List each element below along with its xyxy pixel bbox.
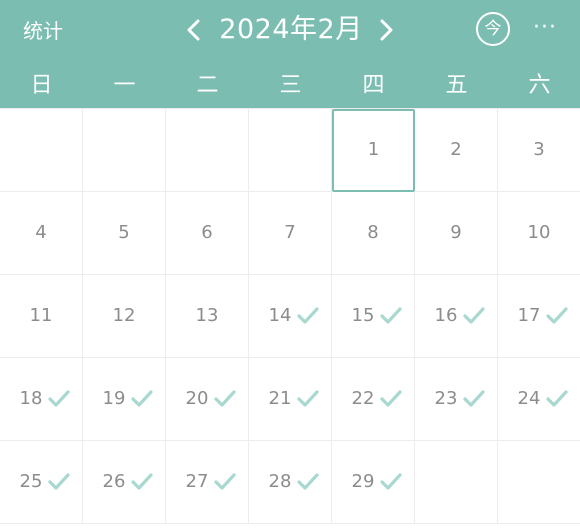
chevron-right-icon xyxy=(380,19,393,41)
calendar-header: 统计 2024年2月 今 ··· 日 一 二 三 四 五 六 xyxy=(0,0,580,108)
checkmark-icon xyxy=(48,390,70,407)
day-cell[interactable]: 19 xyxy=(83,358,166,441)
weekday-label: 三 xyxy=(279,73,302,98)
day-cell[interactable]: 10 xyxy=(498,192,580,275)
day-cell[interactable]: 1 xyxy=(332,109,415,192)
checkmark-icon xyxy=(214,390,236,407)
checkmark-icon xyxy=(48,473,70,490)
day-cell[interactable]: 4 xyxy=(0,192,83,275)
day-number: 6 xyxy=(201,222,213,243)
day-cell[interactable]: 24 xyxy=(498,358,580,441)
day-cell[interactable]: 21 xyxy=(249,358,332,441)
day-number: 3 xyxy=(533,139,545,160)
day-number: 9 xyxy=(450,222,462,243)
checkmark-icon xyxy=(297,307,319,324)
day-cell[interactable]: 23 xyxy=(415,358,498,441)
checkmark-icon xyxy=(297,390,319,407)
day-cell[interactable]: 16 xyxy=(415,275,498,358)
checkmark-icon xyxy=(380,390,402,407)
checkmark-icon xyxy=(546,307,568,324)
day-cell[interactable]: 20 xyxy=(166,358,249,441)
checkmark-icon xyxy=(463,307,485,324)
day-cell[interactable]: 12 xyxy=(83,275,166,358)
weekday-label: 四 xyxy=(362,73,385,98)
day-cell[interactable]: 9 xyxy=(415,192,498,275)
empty-day-cell xyxy=(249,109,332,192)
checkmark-icon xyxy=(546,390,568,407)
today-button[interactable]: 今 xyxy=(476,12,510,46)
calendar-app: 统计 2024年2月 今 ··· 日一二三四五六 1 2 3 4 5 6 7 8 9 10 11 12… xyxy=(0,0,580,532)
day-cell[interactable]: 26 xyxy=(83,441,166,524)
day-number: 2 xyxy=(450,139,462,160)
checkmark-icon xyxy=(131,473,153,490)
day-number: 10 xyxy=(527,222,551,243)
weekday-header-row: 日一二三四五六 xyxy=(0,68,580,108)
day-cell[interactable]: 13 xyxy=(166,275,249,358)
month-title: 2024年2月 xyxy=(219,14,363,45)
day-cell[interactable]: 5 xyxy=(83,192,166,275)
next-month-button[interactable] xyxy=(369,10,403,50)
day-cell[interactable]: 15 xyxy=(332,275,415,358)
weekday-label: 日 xyxy=(30,73,53,98)
empty-day-cell xyxy=(166,109,249,192)
day-cell[interactable]: 18 xyxy=(0,358,83,441)
checkmark-icon xyxy=(131,390,153,407)
day-cell[interactable]: 14 xyxy=(249,275,332,358)
day-number: 12 xyxy=(112,305,136,326)
weekday-label: 一 xyxy=(113,73,136,98)
day-cell[interactable]: 7 xyxy=(249,192,332,275)
empty-day-cell xyxy=(498,441,580,524)
more-options-button[interactable]: ··· xyxy=(526,8,564,48)
stats-button[interactable]: 统计 xyxy=(23,17,63,45)
day-number: 13 xyxy=(195,305,219,326)
day-cell[interactable]: 6 xyxy=(166,192,249,275)
day-cell[interactable]: 3 xyxy=(498,109,580,192)
day-number: 5 xyxy=(118,222,130,243)
day-number: 8 xyxy=(367,222,379,243)
checkmark-icon xyxy=(380,307,402,324)
chevron-left-icon xyxy=(187,19,200,41)
weekday-label: 六 xyxy=(528,73,551,98)
checkmark-icon xyxy=(297,473,319,490)
day-cell[interactable]: 27 xyxy=(166,441,249,524)
empty-day-cell xyxy=(83,109,166,192)
prev-month-button[interactable] xyxy=(177,10,211,50)
day-number: 11 xyxy=(29,305,53,326)
empty-day-cell xyxy=(415,441,498,524)
day-cell[interactable]: 25 xyxy=(0,441,83,524)
day-number: 4 xyxy=(35,222,47,243)
checkmark-icon xyxy=(214,473,236,490)
day-number: 1 xyxy=(367,139,380,160)
day-cell[interactable]: 22 xyxy=(332,358,415,441)
day-cell[interactable]: 17 xyxy=(498,275,580,358)
checkmark-icon xyxy=(380,473,402,490)
checkmark-icon xyxy=(463,390,485,407)
calendar-grid: 1 2 3 4 5 6 7 8 9 10 11 12 13 14 15 16 17 18 19 20 21 22 23 24 2… xyxy=(0,108,580,532)
day-cell[interactable]: 28 xyxy=(249,441,332,524)
day-number: 7 xyxy=(284,222,296,243)
weekday-label: 二 xyxy=(196,73,219,98)
weekday-label: 五 xyxy=(445,73,468,98)
day-cell[interactable]: 11 xyxy=(0,275,83,358)
day-cell[interactable]: 29 xyxy=(332,441,415,524)
day-cell[interactable]: 8 xyxy=(332,192,415,275)
day-cell[interactable]: 2 xyxy=(415,109,498,192)
empty-day-cell xyxy=(0,109,83,192)
